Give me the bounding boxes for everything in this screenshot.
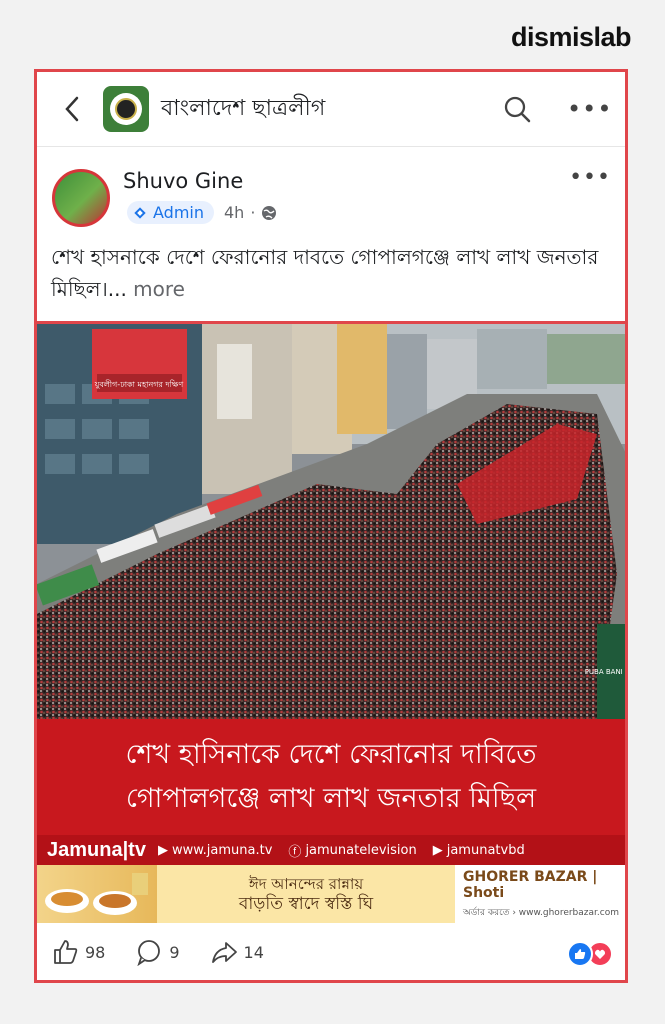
- ghorer-bazar-brand: GHORER BAZAR: [463, 868, 588, 885]
- ad-strip: ঈদ আনন্দের রান্নায় বাড়তি স্বাদে স্বস্ত…: [37, 865, 625, 923]
- share-button[interactable]: 14: [210, 938, 264, 966]
- comment-count: 9: [169, 942, 180, 962]
- see-more-link[interactable]: more: [133, 277, 185, 301]
- shoti-brand: Shoti: [463, 884, 505, 901]
- admin-badge: Admin: [127, 201, 214, 224]
- author-name[interactable]: Shuvo Gine: [123, 169, 243, 193]
- dismislab-watermark: dismislab: [510, 22, 632, 52]
- news-caption-banner: শেখ হাসিনাকে দেশে ফেরানোর দাবিতে গোপালগঞ…: [37, 719, 625, 835]
- comment-bubble-icon: [137, 940, 161, 966]
- reaction-icons[interactable]: [567, 941, 613, 967]
- group-name[interactable]: বাংলাদেশ ছাত্রলীগ: [161, 91, 497, 128]
- more-options-icon[interactable]: •••: [567, 95, 611, 123]
- facebook-link: ⓕ jamunatelevision: [288, 842, 417, 860]
- comment-button[interactable]: 9: [135, 938, 180, 966]
- web-link: ▶ www.jamuna.tv: [157, 842, 273, 858]
- author-avatar[interactable]: [52, 169, 110, 227]
- post-options-icon[interactable]: •••: [569, 165, 611, 190]
- post-meta: Admin 4h ·: [127, 201, 277, 224]
- ad-brand: GHORER BAZAR | Shoti অর্ডার করতে › www.g…: [455, 865, 625, 923]
- banner-line-2: গোপালগঞ্জে লাখ লাখ জনতার মিছিল: [125, 783, 537, 814]
- group-header: বাংলাদেশ ছাত্রলীগ •••: [37, 72, 625, 147]
- thumbs-up-icon: [54, 940, 78, 964]
- jamuna-brand-bar: Jamuna|tv ▶ www.jamuna.tv ⓕ jamunatelevisi…: [37, 835, 625, 865]
- admin-label: Admin: [153, 203, 204, 222]
- globe-icon: [262, 205, 277, 220]
- post-header: Shuvo Gine Admin 4h · •••: [37, 147, 625, 227]
- ad-text: ঈদ আনন্দের রান্নায় বাড়তি স্বাদে স্বস্ত…: [157, 865, 455, 923]
- meta-separator: ·: [250, 203, 256, 222]
- post-time[interactable]: 4h: [224, 203, 244, 222]
- ad-line-1: ঈদ আনন্দের রান্নায়: [248, 875, 364, 893]
- like-button[interactable]: 98: [51, 938, 105, 966]
- play-arrow-icon: ▶: [157, 842, 168, 858]
- share-arrow-icon: [211, 942, 237, 963]
- jamuna-tv-logo: Jamuna|tv: [47, 838, 146, 861]
- bank-sign-text: PUBA BANI LIMIT: [585, 668, 625, 676]
- post-text: শেখ হাসনাকে দেশে ফেরানোর দাবতে গোপালগঞ্জ…: [37, 227, 625, 321]
- like-reaction-icon: [567, 941, 593, 967]
- ad-order-link: অর্ডার করতে › www.ghorerbazar.com: [463, 907, 619, 918]
- like-count: 98: [85, 942, 106, 962]
- ad-food-image: [37, 865, 157, 923]
- rally-photo[interactable]: যুবলীগ-ঢাকা মহানগর দক্ষিণ PUBA BANI LIMI…: [37, 324, 625, 719]
- youtube-link: ▶ jamunatvbd: [432, 842, 525, 858]
- admin-diamond-icon: [134, 206, 146, 219]
- post-screenshot-frame: বাংলাদেশ ছাত্রলীগ ••• Shuvo Gine Admin 4…: [34, 69, 628, 983]
- shop-sign-text: যুবলীগ-ঢাকা মহানগর দক্ষিণ: [94, 379, 184, 389]
- facebook-icon: ⓕ: [288, 844, 302, 860]
- ad-line-2: বাড়তি স্বাদে স্বস্তি ঘি: [238, 894, 374, 914]
- search-icon[interactable]: [497, 95, 537, 123]
- back-arrow-icon[interactable]: [57, 96, 87, 122]
- youtube-icon: ▶: [432, 842, 443, 858]
- post-actions-bar: 98 9 14: [37, 923, 625, 980]
- group-avatar[interactable]: [103, 86, 149, 132]
- share-count: 14: [243, 942, 264, 962]
- banner-line-1: শেখ হাসিনাকে দেশে ফেরানোর দাবিতে: [125, 739, 537, 770]
